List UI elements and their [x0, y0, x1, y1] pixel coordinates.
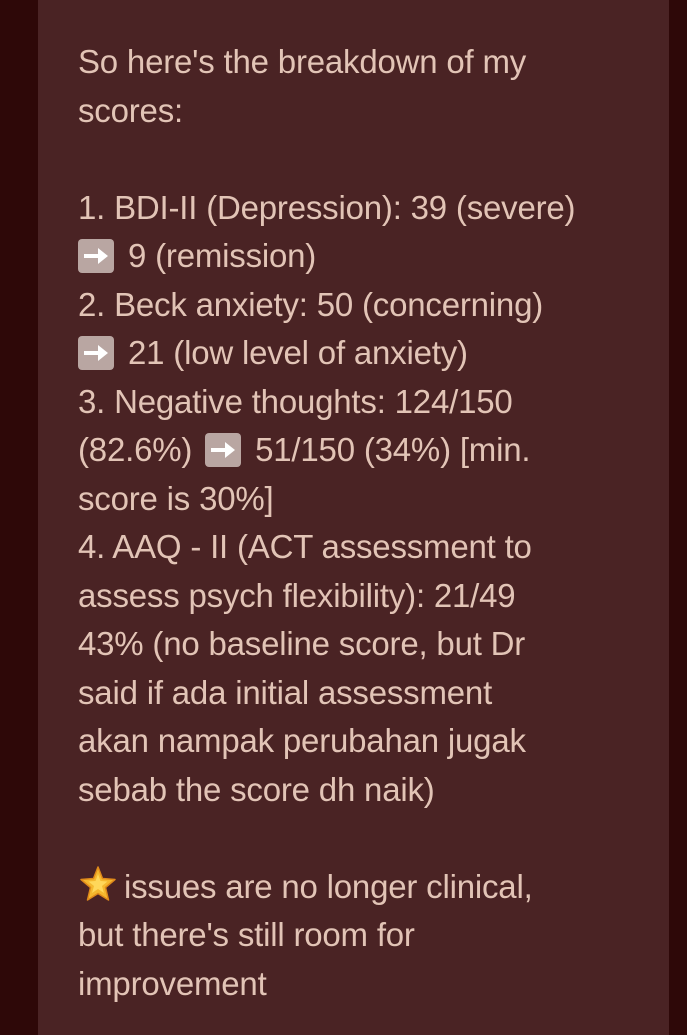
post-body: So here's the breakdown of my scores: 1.… [78, 38, 658, 1008]
score-item-aaq: 4. AAQ - II (ACT assessment to [78, 528, 532, 565]
post-line: improvement [78, 964, 267, 1002]
post-line: So here's the breakdown of my [78, 43, 527, 80]
conclusion-line: issues are no longer clinical, [78, 863, 658, 912]
post-line: assess psych flexibility): 21/49 [78, 576, 516, 614]
post-line: but there's still room for [78, 916, 415, 953]
result-before: (82.6%) [78, 431, 193, 468]
result-after: 51/150 (34%) [min. [255, 431, 531, 468]
result-text: 21 (low level of anxiety) [128, 334, 468, 371]
glowing-star-icon [78, 864, 118, 904]
post-line: said if ada initial assessment [78, 673, 493, 711]
score-item-beck-result: 21 (low level of anxiety) [78, 329, 658, 378]
post-line: scores: [78, 91, 183, 129]
right-arrow-icon [205, 433, 242, 467]
post-line: akan nampak perubahan jugak [78, 722, 526, 759]
score-item-bdi: 1. BDI-II (Depression): 39 (severe) [78, 188, 576, 226]
score-item-bdi-result: 9 (remission) [78, 232, 658, 281]
right-arrow-icon [78, 336, 114, 370]
post-line: score is 30%] [78, 479, 274, 517]
result-text: 9 (remission) [128, 237, 317, 274]
score-item-beck: 2. Beck anxiety: 50 (concerning) [78, 285, 544, 323]
right-arrow-icon [78, 239, 114, 273]
conclusion-text: issues are no longer clinical, [124, 867, 533, 905]
post-line: sebab the score dh naik) [78, 770, 435, 808]
score-item-negative-thoughts-result: (82.6%) 51/150 (34%) [min. [78, 426, 658, 475]
score-item-negative-thoughts: 3. Negative thoughts: 124/150 [78, 382, 513, 420]
post-line: 43% (no baseline score, but Dr [78, 625, 526, 662]
